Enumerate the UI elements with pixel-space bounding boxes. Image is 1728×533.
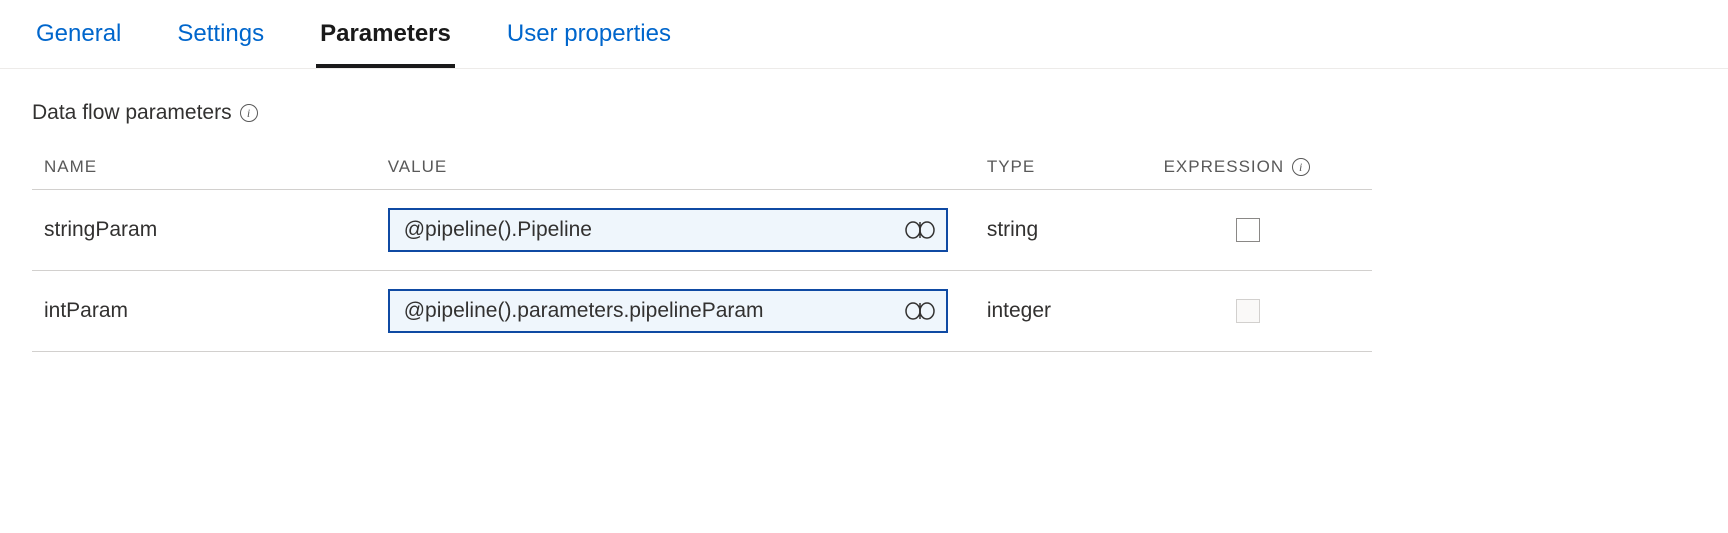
expression-checkbox	[1236, 299, 1260, 323]
info-icon[interactable]: i	[1292, 158, 1310, 176]
info-icon[interactable]: i	[240, 104, 258, 122]
value-text: @pipeline().Pipeline	[404, 218, 904, 242]
tab-parameters[interactable]: Parameters	[316, 12, 455, 68]
tab-settings[interactable]: Settings	[173, 12, 268, 68]
param-name: stringParam	[44, 218, 388, 242]
col-header-expression: EXPRESSION i	[1164, 157, 1360, 177]
col-header-value: VALUE	[388, 157, 987, 177]
col-header-type: TYPE	[987, 157, 1164, 177]
dynamic-content-icon[interactable]	[904, 301, 936, 321]
dynamic-content-icon[interactable]	[904, 220, 936, 240]
table-row: intParam @pipeline().parameters.pipeline…	[32, 271, 1372, 352]
col-header-name: NAME	[44, 157, 388, 177]
col-header-expression-text: EXPRESSION	[1164, 157, 1285, 177]
param-value-cell: @pipeline().Pipeline	[388, 208, 987, 252]
expression-checkbox[interactable]	[1236, 218, 1260, 242]
tab-bar: General Settings Parameters User propert…	[0, 0, 1728, 69]
param-type: integer	[987, 299, 1164, 323]
content-area: Data flow parameters i NAME VALUE TYPE E…	[0, 69, 1728, 352]
value-text: @pipeline().parameters.pipelineParam	[404, 299, 904, 323]
tab-user-properties[interactable]: User properties	[503, 12, 675, 68]
table-header: NAME VALUE TYPE EXPRESSION i	[32, 149, 1372, 190]
param-value-cell: @pipeline().parameters.pipelineParam	[388, 289, 987, 333]
parameters-table: NAME VALUE TYPE EXPRESSION i stringParam…	[32, 149, 1372, 352]
section-title-text: Data flow parameters	[32, 101, 232, 125]
param-expression-cell	[1164, 299, 1360, 323]
table-row: stringParam @pipeline().Pipeline string	[32, 190, 1372, 271]
value-input[interactable]: @pipeline().parameters.pipelineParam	[388, 289, 948, 333]
param-expression-cell	[1164, 218, 1360, 242]
param-name: intParam	[44, 299, 388, 323]
section-title: Data flow parameters i	[32, 101, 1696, 125]
param-type: string	[987, 218, 1164, 242]
tab-general[interactable]: General	[32, 12, 125, 68]
value-input[interactable]: @pipeline().Pipeline	[388, 208, 948, 252]
